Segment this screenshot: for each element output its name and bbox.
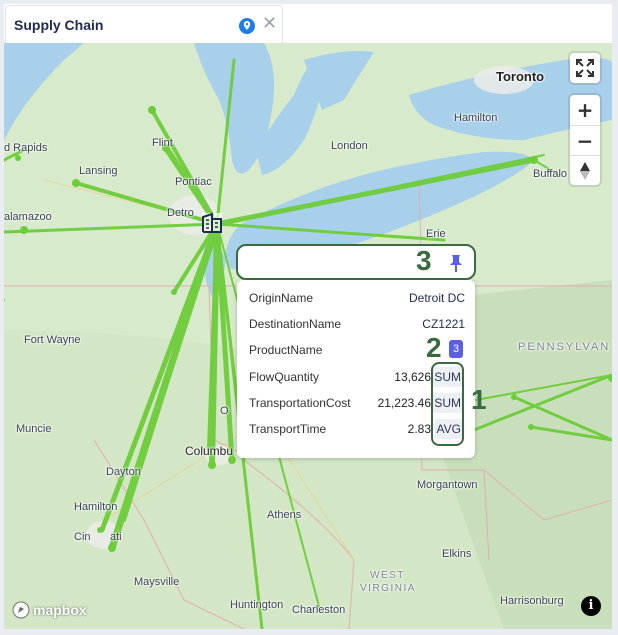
label-pontiac: Pontiac xyxy=(175,176,212,188)
popup-header-highlight xyxy=(236,244,476,280)
label-charleston: Charleston xyxy=(292,604,346,616)
row-value: 13,626 xyxy=(394,370,431,384)
label-grand-rapids: d Rapids xyxy=(4,142,48,154)
popup-row-origin: OriginName Detroit DC xyxy=(249,288,465,308)
compass-button[interactable] xyxy=(570,155,600,185)
product-count-badge[interactable]: 3 xyxy=(449,340,463,358)
zoom-in-button[interactable]: + xyxy=(570,95,600,125)
close-icon[interactable]: ✕ xyxy=(262,14,277,34)
navigation-control[interactable]: + − xyxy=(570,95,600,185)
label-hamilton-on: Hamilton xyxy=(454,112,498,124)
aggregation-highlight xyxy=(431,362,464,446)
label-pennsylvania: PENNSYLVAN xyxy=(518,341,611,353)
label-morgantown: Morgantown xyxy=(417,479,478,491)
label-cincinnati-a: Cin xyxy=(74,531,91,543)
label-harrisonburg: Harrisonburg xyxy=(500,595,564,607)
label-columbus: Columbu xyxy=(185,444,234,458)
mapbox-icon xyxy=(12,601,30,619)
label-athens: Athens xyxy=(267,509,302,521)
popup-row-destination: DestinationName CZ1221 xyxy=(249,314,465,334)
label-erie: Erie xyxy=(426,228,446,240)
fullscreen-control[interactable] xyxy=(570,53,600,83)
label-lansing: Lansing xyxy=(79,165,118,177)
row-value: CZ1221 xyxy=(422,317,465,331)
annotation-2: 2 xyxy=(426,332,442,363)
row-value: 21,223.46 xyxy=(377,396,431,410)
label-buffalo: Buffalo xyxy=(533,168,568,180)
mapbox-logo[interactable]: mapbox xyxy=(12,601,87,619)
label-kalamazoo: alamazoo xyxy=(4,211,52,223)
label-toronto: Toronto xyxy=(496,69,545,84)
annotation-1: 1 xyxy=(471,384,487,415)
label-fort-wayne: Fort Wayne xyxy=(24,334,81,346)
label-muncie: Muncie xyxy=(16,423,52,435)
label-elkins: Elkins xyxy=(442,548,472,560)
row-key: ProductName xyxy=(249,343,323,357)
label-huntington: Huntington xyxy=(230,599,284,611)
fullscreen-button[interactable] xyxy=(570,53,600,83)
row-key: FlowQuantity xyxy=(249,370,320,384)
label-maysville: Maysville xyxy=(134,576,180,588)
row-value: 2.83 xyxy=(407,422,431,436)
info-icon[interactable]: i xyxy=(581,596,601,616)
expand-icon xyxy=(576,59,594,77)
label-flint: Flint xyxy=(152,137,173,149)
label-west-virginia-1: WEST xyxy=(370,570,405,581)
tab-title: Supply Chain xyxy=(14,17,104,33)
distribution-center-icon[interactable] xyxy=(200,211,224,235)
row-key: DestinationName xyxy=(249,317,342,331)
annotation-3: 3 xyxy=(416,245,432,276)
row-key: TransportationCost xyxy=(249,396,351,410)
label-dayton: Dayton xyxy=(106,466,141,478)
label-hamilton-oh: Hamilton xyxy=(74,501,118,513)
zoom-out-button[interactable]: − xyxy=(570,125,600,155)
pin-icon[interactable] xyxy=(447,253,465,273)
label-west-virginia-2: VIRGINIA xyxy=(360,583,416,594)
row-key: OriginName xyxy=(249,291,314,305)
label-detroit: Detro xyxy=(167,207,194,219)
row-key: TransportTime xyxy=(249,422,327,436)
label-o-partial: O xyxy=(220,405,229,417)
compass-icon xyxy=(580,161,590,180)
tab-supply-chain[interactable]: Supply Chain ✕ xyxy=(5,5,283,43)
label-london: London xyxy=(331,140,368,152)
location-pin-icon[interactable] xyxy=(238,17,256,35)
mapbox-wordmark: mapbox xyxy=(33,602,87,618)
label-cincinnati-b: ati xyxy=(110,531,122,543)
row-value: Detroit DC xyxy=(408,291,465,305)
